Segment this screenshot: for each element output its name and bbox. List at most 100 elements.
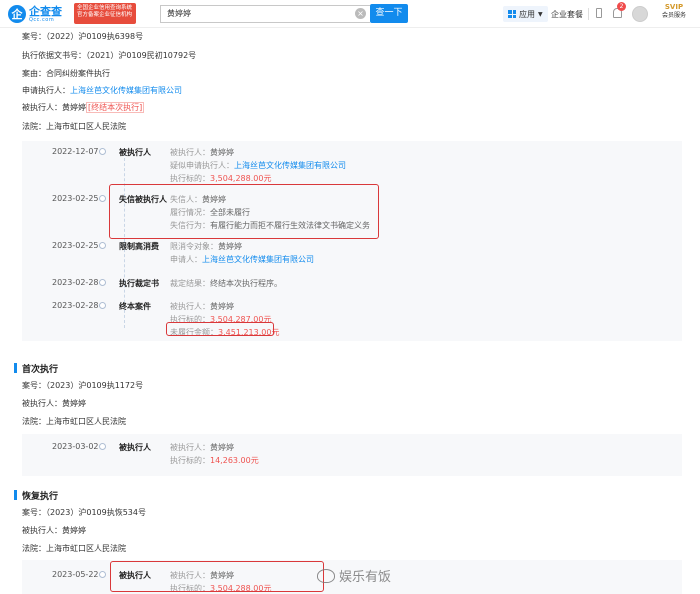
timeline-dot <box>99 571 106 578</box>
timeline-dot <box>99 242 106 249</box>
event-date: 2023-02-25 <box>52 241 99 250</box>
event-type: 限制高消费 <box>119 242 159 251</box>
event-detail-row: 疑似申请执行人：上海丝芭文化传媒集团有限公司 <box>170 160 346 171</box>
executed-person-value: 黄婷婷 <box>62 103 86 112</box>
detail-value: 终结本次执行程序。 <box>210 279 282 288</box>
detail-label: 被执行人： <box>170 443 210 452</box>
section-marker <box>14 490 17 500</box>
event-detail-row: 申请人：上海丝芭文化传媒集团有限公司 <box>170 254 314 265</box>
credit-badge: 全国企业信用查询系统 官方备案企业征信机构 <box>74 3 136 24</box>
badge-line-2: 官方备案企业征信机构 <box>77 12 133 18</box>
event-type: 执行裁定书 <box>119 279 159 288</box>
apps-label: 应用 <box>519 9 535 19</box>
detail-label: 被执行人： <box>170 148 210 157</box>
event-detail-row: 裁定结果：终结本次执行程序。 <box>170 278 282 289</box>
executed-person-row: 被执行人：黄婷婷 <box>22 398 86 409</box>
divider <box>588 8 589 20</box>
amount-value: 3,504,288.00元 <box>210 174 272 183</box>
event-detail-row: 被执行人：黄婷婷 <box>170 147 234 158</box>
avatar[interactable] <box>632 6 648 22</box>
section-title: 恢复执行 <box>22 491 59 502</box>
court-row: 法院：上海市虹口区人民法院 <box>22 416 126 427</box>
executed-person-label: 被执行人： <box>22 103 62 112</box>
detail-label: 执行标的： <box>170 174 210 183</box>
clear-icon[interactable]: × <box>355 8 366 19</box>
chevron-down-icon: ▼ <box>538 10 543 18</box>
amount-value: 14,263.00元 <box>210 456 259 465</box>
court-label: 法院： <box>22 544 46 553</box>
applicant-row: 申请执行人：上海丝芭文化传媒集团有限公司 <box>22 85 182 96</box>
basis-doc-value: （2021）沪0109民初10792号 <box>86 51 197 60</box>
search-button[interactable]: 查一下 <box>370 4 408 23</box>
event-date: 2023-02-25 <box>52 194 99 203</box>
case-number-value: （2023）沪0109执1172号 <box>46 381 144 390</box>
event-type: 被执行人 <box>119 148 151 157</box>
detail-value: 黄婷婷 <box>210 443 234 452</box>
timeline-panel-2 <box>22 434 682 476</box>
logo[interactable]: 企 企查查 Qcc.com <box>8 4 62 24</box>
court-label: 法院： <box>22 122 46 131</box>
status-badge: [终结本次执行] <box>86 102 145 113</box>
timeline-dot <box>99 443 106 450</box>
timeline-dot <box>99 148 106 155</box>
basis-doc-label: 执行依据文书号： <box>22 51 86 60</box>
detail-label: 被执行人： <box>170 302 210 311</box>
event-type: 终本案件 <box>119 302 151 311</box>
mobile-icon[interactable] <box>596 8 602 18</box>
executed-person-row: 被执行人：黄婷婷 <box>22 525 86 536</box>
search-input[interactable]: 黄婷婷 <box>160 5 370 23</box>
applicant-link[interactable]: 上海丝芭文化传媒集团有限公司 <box>70 86 182 95</box>
logo-domain: Qcc.com <box>29 16 55 23</box>
cause-value: 合同纠纷案件执行 <box>46 69 110 78</box>
watermark: 娱乐有饭 <box>317 566 391 585</box>
event-detail-row: 执行标的：14,263.00元 <box>170 455 259 466</box>
grid-icon <box>508 10 516 18</box>
executed-person-value: 黄婷婷 <box>62 526 86 535</box>
vip-service-link[interactable]: SVIP 会员服务 <box>654 4 694 19</box>
case-number-label: 案号： <box>22 508 46 517</box>
court-row: 法院：上海市虹口区人民法院 <box>22 121 126 132</box>
cause-label: 案由： <box>22 69 46 78</box>
badge-line-1: 全国企业信用查询系统 <box>77 5 133 11</box>
executed-person-label: 被执行人： <box>22 526 62 535</box>
top-header: 企 企查查 Qcc.com 全国企业信用查询系统 官方备案企业征信机构 黄婷婷 … <box>0 0 700 28</box>
highlight-box <box>110 561 324 592</box>
timeline-dot <box>99 195 106 202</box>
timeline-dot <box>99 302 106 309</box>
event-detail-row: 执行标的：3,504,288.00元 <box>170 173 271 184</box>
logo-icon: 企 <box>8 5 26 23</box>
court-value: 上海市虹口区人民法院 <box>46 544 126 553</box>
event-date: 2023-02-28 <box>52 278 99 287</box>
detail-label: 执行标的： <box>170 456 210 465</box>
company-link[interactable]: 上海丝芭文化传媒集团有限公司 <box>202 255 314 264</box>
section-title: 首次执行 <box>22 364 59 375</box>
section-marker <box>14 363 17 373</box>
highlight-box <box>166 322 274 336</box>
case-number-row: 案号：（2023）沪0109执1172号 <box>22 380 143 391</box>
court-label: 法院： <box>22 417 46 426</box>
case-number-label: 案号： <box>22 381 46 390</box>
detail-value: 黄婷婷 <box>210 148 234 157</box>
event-detail-row: 被执行人：黄婷婷 <box>170 442 234 453</box>
detail-label: 申请人： <box>170 255 202 264</box>
event-date: 2023-03-02 <box>52 442 99 451</box>
applicant-label: 申请执行人： <box>22 86 70 95</box>
case-number-label: 案号： <box>22 32 46 41</box>
event-date: 2022-12-07 <box>52 147 99 156</box>
watermark-text: 娱乐有饭 <box>339 570 392 585</box>
event-detail-row: 限消令对象：黄婷婷 <box>170 241 242 252</box>
event-date: 2023-02-28 <box>52 301 99 310</box>
executed-person-row: 被执行人：黄婷婷 [终结本次执行] <box>22 102 145 113</box>
enterprise-kit-link[interactable]: 企业套餐 <box>551 9 583 20</box>
apps-menu-button[interactable]: 应用 ▼ <box>503 6 548 22</box>
case-number-value: （2022）沪0109执6398号 <box>46 32 144 41</box>
detail-value: 黄婷婷 <box>218 242 242 251</box>
case-number-value: （2023）沪0109执恢534号 <box>46 508 146 517</box>
detail-label: 裁定结果： <box>170 279 210 288</box>
company-link[interactable]: 上海丝芭文化传媒集团有限公司 <box>234 161 346 170</box>
notification-count-badge: 2 <box>617 2 626 11</box>
court-value: 上海市虹口区人民法院 <box>46 122 126 131</box>
detail-label: 限消令对象： <box>170 242 218 251</box>
section-resumed-execution: 恢复执行 <box>14 489 59 502</box>
detail-value: 黄婷婷 <box>210 302 234 311</box>
